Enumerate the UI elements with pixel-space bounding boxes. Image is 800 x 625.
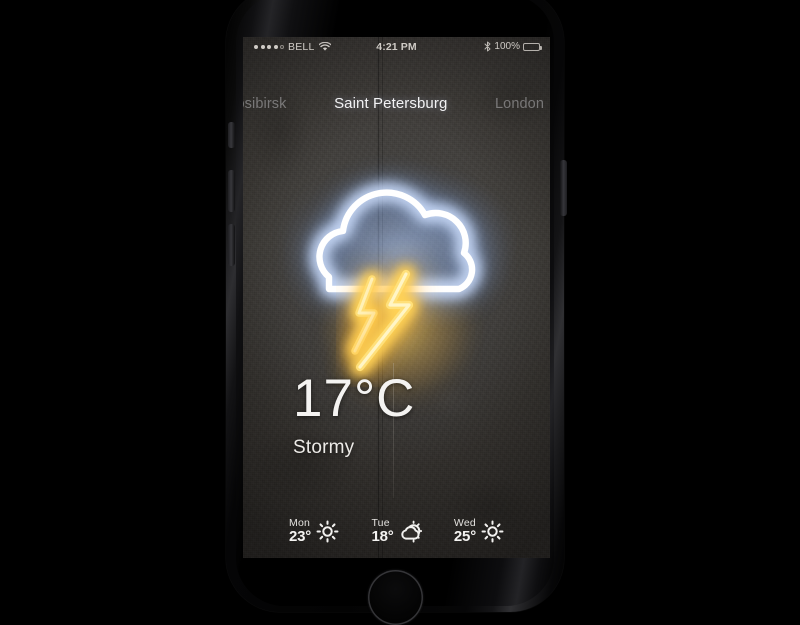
power-button[interactable] [560, 160, 567, 216]
home-button[interactable] [368, 570, 423, 625]
neon-tubes [311, 184, 481, 377]
forecast-day-tue-text: Tue 18° [371, 517, 394, 546]
volume-up-button[interactable] [228, 170, 235, 212]
forecast-day-wed-temp: 25° [453, 528, 476, 546]
mute-switch[interactable] [228, 122, 235, 148]
forecast-day-mon-temp: 23° [289, 528, 312, 546]
city-tab-novosibirsk[interactable]: ovosibirsk [243, 96, 286, 112]
phone-screen: BELL 4:21 PM 100% ovosibirsk [243, 37, 550, 558]
forecast-day-wed[interactable]: Wed 25° [453, 517, 504, 546]
sun-behind-cloud-icon [400, 520, 422, 543]
forecast-day-mon[interactable]: Mon 23° [289, 517, 339, 546]
current-condition: Stormy [293, 437, 355, 458]
forecast-day-tue[interactable]: Tue 18° [371, 517, 422, 546]
current-weather: 17°C Stormy [293, 372, 415, 459]
city-tabs: ovosibirsk Saint Petersburg London [243, 95, 550, 112]
forecast-day-wed-text: Wed 25° [453, 517, 476, 546]
city-tab-london[interactable]: London [495, 96, 544, 112]
status-bar: BELL 4:21 PM 100% [243, 37, 550, 56]
forecast-row: Mon 23° Tue 18° Wed 25° [289, 517, 504, 546]
neon-cloud-lightning-icon [243, 127, 550, 498]
current-temperature: 17°C [293, 369, 416, 428]
sun-icon [316, 520, 339, 543]
battery-full-icon [523, 42, 542, 51]
status-bar-time: 4:21 PM [376, 40, 417, 53]
forecast-day-mon-text: Mon 23° [289, 517, 312, 546]
city-tab-saint-petersburg[interactable]: Saint Petersburg [334, 95, 447, 112]
forecast-day-tue-temp: 18° [371, 528, 394, 546]
volume-down-button[interactable] [228, 224, 235, 266]
sun-icon [481, 520, 504, 543]
